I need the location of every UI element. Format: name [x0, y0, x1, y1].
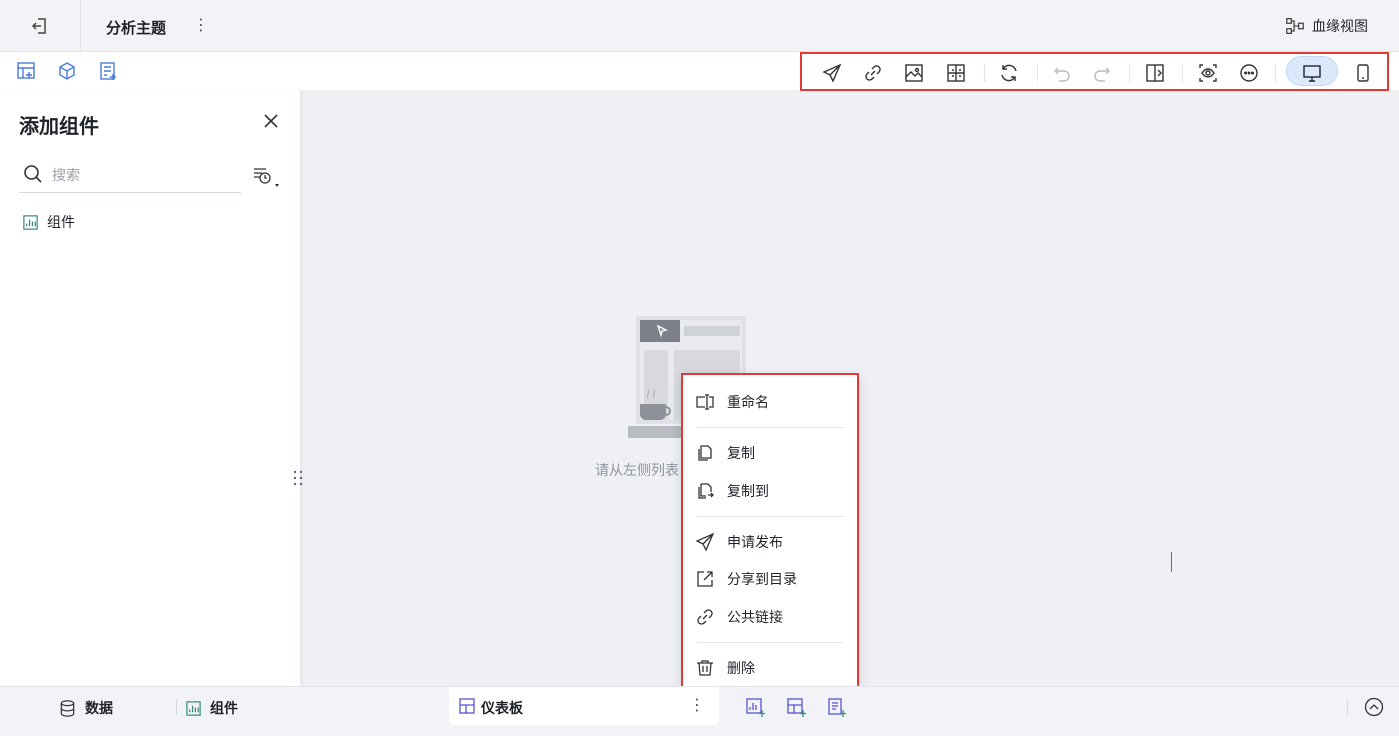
menu-item-rename[interactable]: 重命名: [695, 387, 847, 417]
search-input[interactable]: [52, 164, 237, 186]
dashboard-icon: [458, 697, 476, 715]
lineage-icon: [1286, 18, 1304, 34]
trash-icon: [697, 660, 713, 676]
add-dataset-icon[interactable]: [56, 60, 78, 82]
divider: [697, 642, 843, 643]
copy-icon: [698, 445, 712, 461]
toolbar-action-group: [800, 52, 1389, 91]
search-box: [19, 160, 241, 193]
publish-icon[interactable]: [821, 62, 843, 84]
redo-icon[interactable]: [1091, 62, 1113, 84]
chart-icon: [23, 214, 38, 230]
lineage-view-button[interactable]: 血缘视图: [1284, 14, 1368, 38]
menu-item-label: 分享到目录: [727, 571, 797, 587]
text-cursor: [1171, 552, 1172, 572]
menu-item-label: 重命名: [727, 394, 769, 410]
close-icon[interactable]: [260, 110, 282, 132]
divider: [1275, 64, 1276, 82]
dashboard-sheet-tab[interactable]: 仪表板 ⋮: [449, 687, 719, 725]
divider: [176, 699, 177, 715]
menu-item-copy[interactable]: 复制: [695, 438, 847, 468]
refresh-icon[interactable]: [998, 62, 1020, 84]
divider: [1182, 64, 1183, 82]
component-group-item[interactable]: 组件: [22, 212, 75, 232]
layout-icon[interactable]: [945, 62, 967, 84]
menu-item-label: 复制: [727, 445, 755, 461]
component-group-label: 组件: [47, 214, 75, 230]
link-icon[interactable]: [862, 62, 884, 84]
add-component-panel: 添加组件 组件: [0, 90, 303, 686]
share-icon: [697, 571, 713, 587]
add-report-sheet-icon[interactable]: [825, 696, 847, 718]
preview-icon[interactable]: [1197, 62, 1219, 84]
data-tab-label: 数据: [85, 700, 113, 716]
menu-item-delete[interactable]: 删除: [695, 653, 847, 683]
divider: [1129, 64, 1130, 82]
menu-item-label: 申请发布: [727, 534, 783, 550]
menu-item-label: 公共链接: [727, 609, 783, 625]
filter-sort-icon[interactable]: [251, 164, 281, 190]
divider: [984, 64, 985, 82]
publish-request-icon: [695, 532, 715, 552]
add-dashboard-sheet-icon[interactable]: [785, 696, 807, 718]
menu-item-label: 复制到: [727, 483, 769, 499]
theme-more-button[interactable]: ⋮: [193, 14, 209, 38]
divider: [80, 0, 81, 52]
desktop-icon[interactable]: [1301, 62, 1323, 84]
top-bar: 分析主题 ⋮ 血缘视图: [0, 0, 1399, 52]
more-circle-icon[interactable]: [1238, 62, 1260, 84]
search-icon: [23, 164, 43, 184]
image-export-icon[interactable]: [903, 62, 925, 84]
database-icon: [60, 699, 75, 717]
mobile-icon[interactable]: [1352, 62, 1374, 84]
divider: [1037, 64, 1038, 82]
copy-to-icon: [698, 483, 714, 499]
menu-item-copy-to[interactable]: 复制到: [695, 476, 847, 506]
chevron-up-icon[interactable]: [1363, 696, 1385, 718]
divider: [1347, 699, 1348, 715]
component-tab-button[interactable]: 组件: [185, 697, 238, 719]
sheet-tab-label: 仪表板: [481, 700, 523, 716]
theme-title[interactable]: 分析主题: [106, 17, 166, 38]
menu-item-label: 删除: [727, 660, 755, 676]
menu-item-public-link[interactable]: 公共链接: [695, 602, 847, 632]
toggle-panel-icon[interactable]: [1144, 62, 1166, 84]
context-menu: 重命名 复制 复制到 申请发布 分享到目录 公共链接 删除: [681, 373, 859, 694]
add-chart-sheet-icon[interactable]: [744, 696, 766, 718]
rename-icon: [696, 394, 714, 410]
add-table-icon[interactable]: [97, 60, 119, 82]
sheet-more-button[interactable]: ⋮: [689, 695, 705, 717]
undo-icon[interactable]: [1051, 62, 1073, 84]
panel-title: 添加组件: [19, 116, 99, 138]
divider: [697, 516, 843, 517]
divider: [697, 427, 843, 428]
resize-handle[interactable]: [292, 468, 304, 488]
data-tab-button[interactable]: 数据: [58, 697, 113, 719]
chart-icon: [186, 700, 201, 716]
lineage-label: 血缘视图: [1312, 18, 1368, 34]
add-chart-icon[interactable]: [15, 60, 37, 82]
public-link-icon: [697, 609, 713, 625]
bottom-bar: 数据 组件 仪表板 ⋮: [0, 686, 1399, 736]
component-tab-label: 组件: [210, 700, 238, 716]
empty-state-text: 请从左侧列表: [595, 462, 679, 478]
menu-item-publish-request[interactable]: 申请发布: [695, 527, 847, 557]
exit-icon[interactable]: [28, 14, 52, 38]
menu-item-share[interactable]: 分享到目录: [695, 564, 847, 594]
